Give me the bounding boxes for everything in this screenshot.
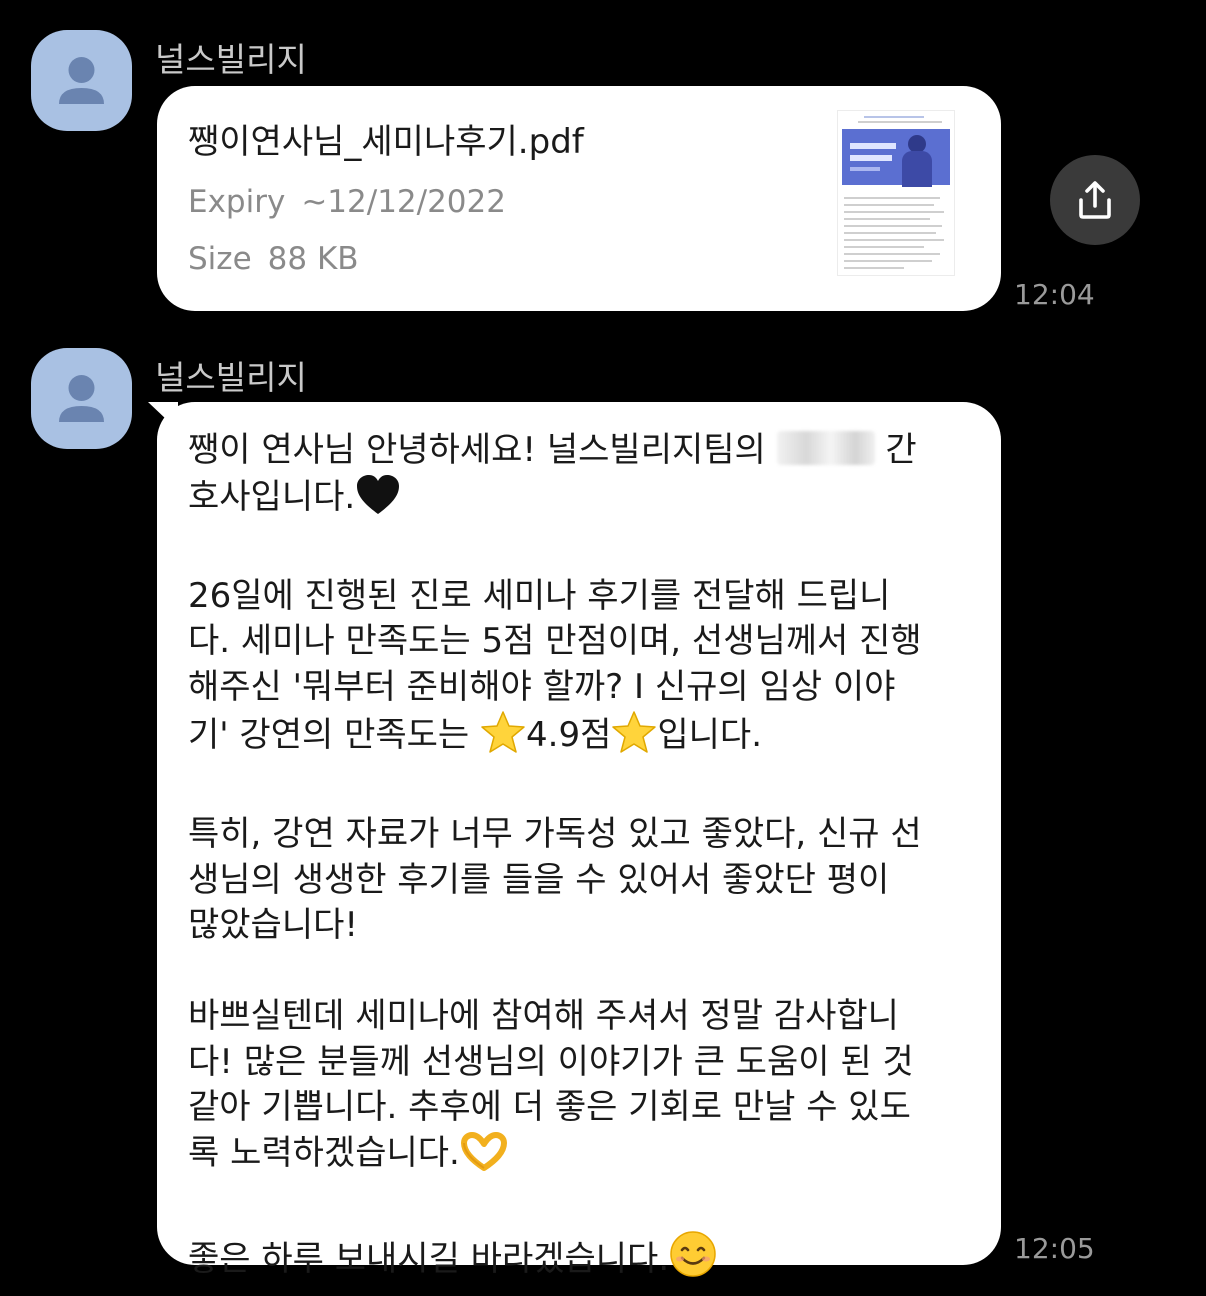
line-text: 쨍이 연사님 안녕하세요! 널스빌리지팀의	[188, 430, 777, 470]
file-expiry: Expiry ~12/12/2022	[188, 184, 506, 220]
avatar[interactable]	[31, 30, 132, 131]
line-text: 록 노력하겠습니다.	[188, 1132, 460, 1173]
person-icon	[59, 375, 104, 422]
message-line: 기' 강연의 만족도는 4.9점 입니다.	[188, 710, 988, 767]
person-icon	[59, 57, 104, 104]
message-line: 많았습니다!	[188, 905, 359, 945]
thumbnail-banner	[842, 129, 950, 187]
message-line: 특히, 강연 자료가 너무 가독성 있고 좋았다, 신규 선	[188, 814, 922, 854]
pdf-thumbnail[interactable]	[837, 110, 955, 276]
sender-name: 널스빌리지	[155, 40, 307, 79]
message-line: 록 노력하겠습니다.	[188, 1131, 988, 1185]
message-line: 해주신 '뭐부터 준비해야 할까? I 신규의 임상 이야	[188, 666, 896, 707]
file-message-bubble[interactable]: 쨍이연사님_세미나후기.pdf Expiry ~12/12/2022 Size 88…	[157, 86, 1001, 311]
expiry-value: ~12/12/2022	[301, 184, 506, 220]
sender-name: 널스빌리지	[155, 358, 307, 397]
message-line: 쨍이 연사님 안녕하세요! 널스빌리지팀의 간	[188, 428, 988, 474]
message-line: 26일에 진행된 진로 세미나 후기를 전달해 드립니	[188, 575, 891, 616]
star-icon	[480, 710, 526, 767]
message-line: 좋은 하루 보내시길 바라겠습니다.	[188, 1230, 988, 1291]
size-label: Size	[188, 241, 252, 277]
file-name: 쨍이연사님_세미나후기.pdf	[188, 122, 584, 162]
star-icon	[611, 710, 657, 767]
line-text: 좋은 하루 보내시길 바라겠습니다.	[188, 1238, 670, 1279]
avatar[interactable]	[31, 348, 132, 449]
rating-value: 4.9점	[526, 715, 612, 755]
message-body: 쨍이 연사님 안녕하세요! 널스빌리지팀의 간 호사입니다. 26일에 진행된 …	[188, 428, 988, 1290]
text-message-bubble[interactable]: 쨍이 연사님 안녕하세요! 널스빌리지팀의 간 호사입니다. 26일에 진행된 …	[157, 402, 1001, 1279]
share-icon	[1079, 181, 1111, 219]
message-line: 다! 많은 분들께 선생님의 이야기가 큰 도움이 된 것	[188, 1041, 914, 1082]
message-line: 생님의 생생한 후기를 들을 수 있어서 좋았단 평이	[188, 859, 890, 900]
message-line: 호사입니다.	[188, 474, 988, 529]
share-button[interactable]	[1050, 155, 1140, 245]
line-text: 기' 강연의 만족도는	[188, 715, 481, 755]
message-line: 같아 기쁩니다. 추후에 더 좋은 기회로 만날 수 있도	[188, 1087, 911, 1127]
expiry-label: Expiry	[188, 184, 286, 220]
size-value: 88 KB	[267, 241, 359, 277]
message-time: 12:05	[1014, 1232, 1095, 1265]
line-text: 호사입니다.	[188, 476, 356, 517]
line-text: 간	[874, 430, 917, 470]
message-line: 바쁘실텐데 세미나에 참여해 주셔서 정말 감사합니	[188, 996, 899, 1036]
message-time: 12:04	[1014, 278, 1095, 311]
redacted-name	[776, 431, 875, 465]
line-text: 입니다.	[657, 715, 763, 755]
smiling-face-icon	[669, 1230, 717, 1291]
black-heart-icon	[355, 474, 401, 529]
heart-hands-icon	[460, 1131, 508, 1185]
message-line: 다. 세미나 만족도는 5점 만점이며, 선생님께서 진행	[188, 621, 922, 661]
file-size: Size 88 KB	[188, 241, 359, 277]
